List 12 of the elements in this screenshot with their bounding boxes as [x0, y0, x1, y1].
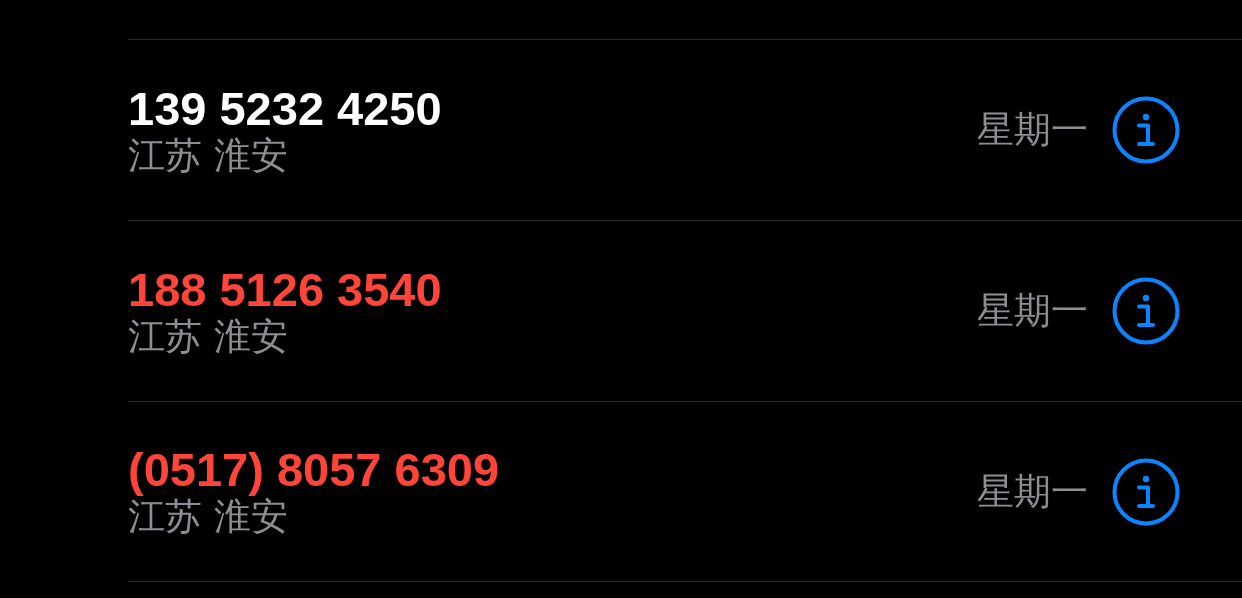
caller-location: 江苏 淮安: [128, 496, 288, 539]
phone-number: (0517) 8057 6309: [128, 444, 500, 497]
caller-location: 江苏 淮安: [128, 134, 288, 178]
phone-number: 188 5126 3540: [128, 263, 442, 316]
info-icon[interactable]: [1112, 457, 1180, 526]
call-day: 星期一: [977, 463, 1088, 520]
caller-location: 江苏 淮安: [128, 315, 288, 359]
call-day: 星期一: [977, 102, 1088, 158]
call-day: 星期一: [977, 283, 1088, 339]
phone-number: 139 5232 4250: [128, 82, 442, 135]
info-icon[interactable]: [1112, 277, 1180, 345]
info-icon[interactable]: [1112, 96, 1180, 164]
